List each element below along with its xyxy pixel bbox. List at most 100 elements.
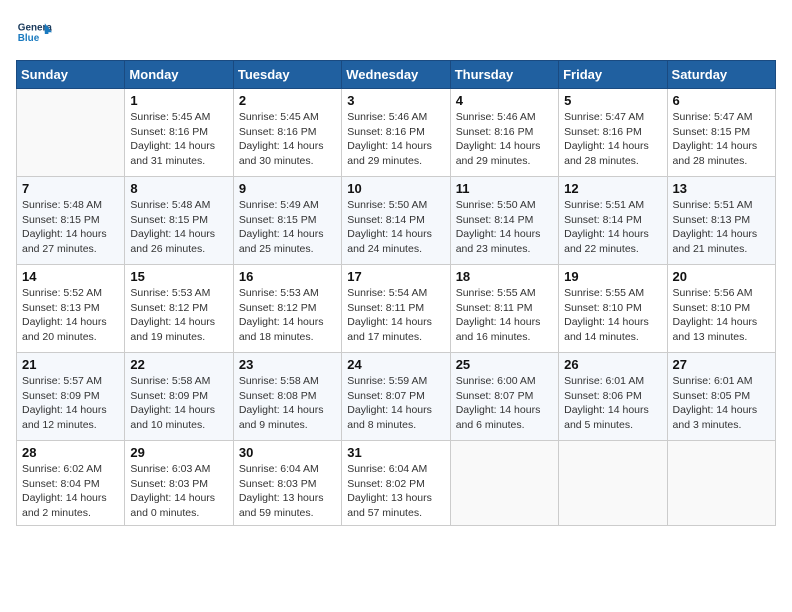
calendar-cell: 29Sunrise: 6:03 AM Sunset: 8:03 PM Dayli… xyxy=(125,441,233,526)
day-info: Sunrise: 5:45 AM Sunset: 8:16 PM Dayligh… xyxy=(130,110,227,169)
day-number: 12 xyxy=(564,181,661,196)
calendar-cell: 7 Sunrise: 5:48 AM Sunset: 8:15 PM Daylig… xyxy=(17,177,125,265)
day-number: 14 xyxy=(22,269,119,284)
calendar-cell xyxy=(450,441,558,526)
svg-text:Blue: Blue xyxy=(18,33,40,44)
calendar-cell: 1 Sunrise: 5:45 AM Sunset: 8:16 PM Daylig… xyxy=(125,89,233,177)
calendar-cell: 5 Sunrise: 5:47 AM Sunset: 8:16 PM Daylig… xyxy=(559,89,667,177)
day-number: 16 xyxy=(239,269,336,284)
day-number: 5 xyxy=(564,93,661,108)
day-number: 9 xyxy=(239,181,336,196)
day-number: 20 xyxy=(673,269,770,284)
calendar-cell: 16Sunrise: 5:53 AM Sunset: 8:12 PM Dayli… xyxy=(233,265,341,353)
calendar-cell: 20 Sunrise: 5:56 AM Sunset: 8:10 PM Dayli… xyxy=(667,265,775,353)
day-number: 31 xyxy=(347,445,444,460)
day-number: 21 xyxy=(22,357,119,372)
day-number: 19 xyxy=(564,269,661,284)
day-number: 30 xyxy=(239,445,336,460)
day-info: Sunrise: 5:55 AM Sunset: 8:11 PM Dayligh… xyxy=(456,286,553,345)
day-info: Sunrise: 5:51 AM Sunset: 8:13 PM Dayligh… xyxy=(673,198,770,257)
day-info: Sunrise: 5:48 AM Sunset: 8:15 PM Dayligh… xyxy=(130,198,227,257)
day-info: Sunrise: 6:01 AM Sunset: 8:06 PM Dayligh… xyxy=(564,374,661,433)
calendar-cell: 30 Sunrise: 6:04 AM Sunset: 8:03 PM Dayli… xyxy=(233,441,341,526)
day-info: Sunrise: 5:58 AM Sunset: 8:09 PM Dayligh… xyxy=(130,374,227,433)
day-info: Sunrise: 5:52 AM Sunset: 8:13 PM Dayligh… xyxy=(22,286,119,345)
day-info: Sunrise: 5:50 AM Sunset: 8:14 PM Dayligh… xyxy=(347,198,444,257)
calendar-cell: 18 Sunrise: 5:55 AM Sunset: 8:11 PM Dayli… xyxy=(450,265,558,353)
calendar-cell: 21 Sunrise: 5:57 AM Sunset: 8:09 PM Dayli… xyxy=(17,353,125,441)
day-info: Sunrise: 5:46 AM Sunset: 8:16 PM Dayligh… xyxy=(456,110,553,169)
day-number: 1 xyxy=(130,93,227,108)
calendar-cell: 26Sunrise: 6:01 AM Sunset: 8:06 PM Dayli… xyxy=(559,353,667,441)
day-info: Sunrise: 5:56 AM Sunset: 8:10 PM Dayligh… xyxy=(673,286,770,345)
calendar-cell: 10 Sunrise: 5:50 AM Sunset: 8:14 PM Dayli… xyxy=(342,177,450,265)
header-wednesday: Wednesday xyxy=(342,61,450,89)
day-info: Sunrise: 5:51 AM Sunset: 8:14 PM Dayligh… xyxy=(564,198,661,257)
day-number: 24 xyxy=(347,357,444,372)
day-number: 18 xyxy=(456,269,553,284)
calendar-cell: 8 Sunrise: 5:48 AM Sunset: 8:15 PM Daylig… xyxy=(125,177,233,265)
day-info: Sunrise: 6:02 AM Sunset: 8:04 PM Dayligh… xyxy=(22,462,119,521)
day-info: Sunrise: 6:04 AM Sunset: 8:02 PM Dayligh… xyxy=(347,462,444,521)
day-number: 15 xyxy=(130,269,227,284)
day-number: 23 xyxy=(239,357,336,372)
day-info: Sunrise: 5:46 AM Sunset: 8:16 PM Dayligh… xyxy=(347,110,444,169)
calendar-cell: 12 Sunrise: 5:51 AM Sunset: 8:14 PM Dayli… xyxy=(559,177,667,265)
day-number: 28 xyxy=(22,445,119,460)
logo: General Blue xyxy=(16,16,56,52)
calendar-cell: 25 Sunrise: 6:00 AM Sunset: 8:07 PM Dayli… xyxy=(450,353,558,441)
calendar-cell: 14 Sunrise: 5:52 AM Sunset: 8:13 PM Dayli… xyxy=(17,265,125,353)
calendar-cell: 6 Sunrise: 5:47 AM Sunset: 8:15 PM Daylig… xyxy=(667,89,775,177)
header-row: SundayMondayTuesdayWednesdayThursdayFrid… xyxy=(17,61,776,89)
day-number: 7 xyxy=(22,181,119,196)
day-info: Sunrise: 5:49 AM Sunset: 8:15 PM Dayligh… xyxy=(239,198,336,257)
day-info: Sunrise: 5:48 AM Sunset: 8:15 PM Dayligh… xyxy=(22,198,119,257)
calendar-cell: 4 Sunrise: 5:46 AM Sunset: 8:16 PM Daylig… xyxy=(450,89,558,177)
header-friday: Friday xyxy=(559,61,667,89)
day-number: 8 xyxy=(130,181,227,196)
calendar-cell: 27Sunrise: 6:01 AM Sunset: 8:05 PM Dayli… xyxy=(667,353,775,441)
calendar-cell: 24 Sunrise: 5:59 AM Sunset: 8:07 PM Dayli… xyxy=(342,353,450,441)
calendar-cell: 19 Sunrise: 5:55 AM Sunset: 8:10 PM Dayli… xyxy=(559,265,667,353)
calendar-cell xyxy=(667,441,775,526)
calendar-cell: 28 Sunrise: 6:02 AM Sunset: 8:04 PM Dayli… xyxy=(17,441,125,526)
day-number: 10 xyxy=(347,181,444,196)
day-number: 22 xyxy=(130,357,227,372)
calendar-cell: 22 Sunrise: 5:58 AM Sunset: 8:09 PM Dayli… xyxy=(125,353,233,441)
calendar-cell xyxy=(559,441,667,526)
day-number: 27 xyxy=(673,357,770,372)
day-info: Sunrise: 5:55 AM Sunset: 8:10 PM Dayligh… xyxy=(564,286,661,345)
header-thursday: Thursday xyxy=(450,61,558,89)
calendar-cell: 3Sunrise: 5:46 AM Sunset: 8:16 PM Daylig… xyxy=(342,89,450,177)
calendar-cell: 15Sunrise: 5:53 AM Sunset: 8:12 PM Dayli… xyxy=(125,265,233,353)
day-number: 13 xyxy=(673,181,770,196)
calendar-cell xyxy=(17,89,125,177)
calendar-cell: 9 Sunrise: 5:49 AM Sunset: 8:15 PM Daylig… xyxy=(233,177,341,265)
day-info: Sunrise: 5:58 AM Sunset: 8:08 PM Dayligh… xyxy=(239,374,336,433)
day-info: Sunrise: 5:54 AM Sunset: 8:11 PM Dayligh… xyxy=(347,286,444,345)
header-tuesday: Tuesday xyxy=(233,61,341,89)
calendar-table: SundayMondayTuesdayWednesdayThursdayFrid… xyxy=(16,60,776,526)
day-number: 29 xyxy=(130,445,227,460)
calendar-cell: 11 Sunrise: 5:50 AM Sunset: 8:14 PM Dayli… xyxy=(450,177,558,265)
day-number: 25 xyxy=(456,357,553,372)
day-number: 11 xyxy=(456,181,553,196)
day-info: Sunrise: 6:00 AM Sunset: 8:07 PM Dayligh… xyxy=(456,374,553,433)
day-info: Sunrise: 5:47 AM Sunset: 8:16 PM Dayligh… xyxy=(564,110,661,169)
day-info: Sunrise: 5:47 AM Sunset: 8:15 PM Dayligh… xyxy=(673,110,770,169)
calendar-cell: 17Sunrise: 5:54 AM Sunset: 8:11 PM Dayli… xyxy=(342,265,450,353)
day-info: Sunrise: 6:04 AM Sunset: 8:03 PM Dayligh… xyxy=(239,462,336,521)
header-saturday: Saturday xyxy=(667,61,775,89)
day-number: 4 xyxy=(456,93,553,108)
header-sunday: Sunday xyxy=(17,61,125,89)
day-number: 6 xyxy=(673,93,770,108)
logo-icon: General Blue xyxy=(16,16,52,52)
day-info: Sunrise: 5:57 AM Sunset: 8:09 PM Dayligh… xyxy=(22,374,119,433)
day-number: 2 xyxy=(239,93,336,108)
week-row-4: 21 Sunrise: 5:57 AM Sunset: 8:09 PM Dayli… xyxy=(17,353,776,441)
week-row-2: 7 Sunrise: 5:48 AM Sunset: 8:15 PM Daylig… xyxy=(17,177,776,265)
week-row-1: 1 Sunrise: 5:45 AM Sunset: 8:16 PM Daylig… xyxy=(17,89,776,177)
day-info: Sunrise: 5:59 AM Sunset: 8:07 PM Dayligh… xyxy=(347,374,444,433)
week-row-3: 14 Sunrise: 5:52 AM Sunset: 8:13 PM Dayli… xyxy=(17,265,776,353)
day-info: Sunrise: 5:50 AM Sunset: 8:14 PM Dayligh… xyxy=(456,198,553,257)
